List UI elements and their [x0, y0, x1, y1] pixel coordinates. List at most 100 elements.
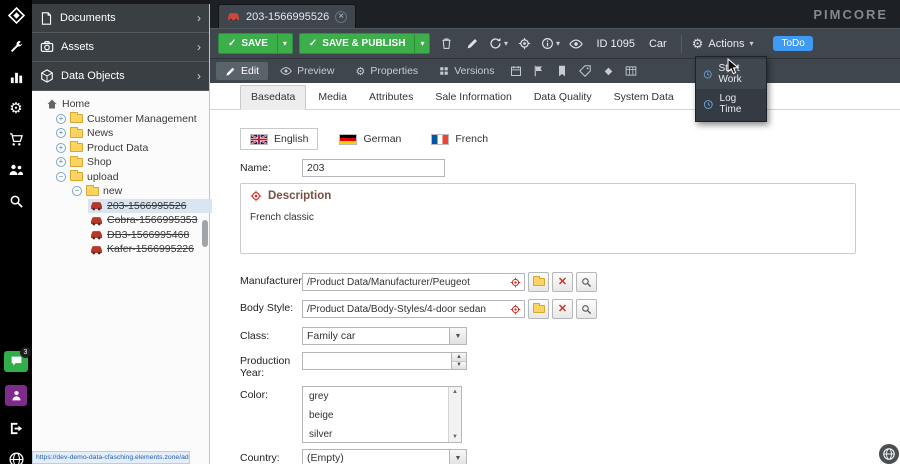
tree-item-customer-management[interactable]: + Customer Management — [32, 112, 209, 127]
logout-icon[interactable] — [7, 419, 25, 437]
collapse-icon[interactable]: − — [72, 186, 82, 196]
open-folder-button[interactable] — [528, 299, 549, 319]
country-select[interactable]: (Empty) ▼ — [302, 449, 467, 464]
listbox-scrollbar[interactable]: ▲▼ — [448, 387, 461, 442]
folder-icon — [533, 278, 545, 286]
save-publish-label: SAVE & PUBLISH — [322, 38, 405, 49]
notes-icon[interactable] — [529, 65, 549, 77]
globe-icon[interactable] — [7, 450, 25, 464]
tab-versions[interactable]: Versions — [430, 62, 503, 80]
object-class-label: Car — [649, 38, 667, 50]
tree-item-shop[interactable]: + Shop — [32, 155, 209, 170]
lang-tab-english[interactable]: English — [240, 128, 318, 150]
profile-icon[interactable] — [5, 385, 27, 406]
production-year-stepper[interactable]: ▲▼ — [302, 352, 467, 370]
tab-system-data[interactable]: System Data — [604, 86, 684, 109]
remove-relation-button[interactable]: ✕ — [552, 299, 573, 319]
schedule-icon[interactable] — [506, 65, 526, 77]
menu-item-log-time[interactable]: Log Time — [696, 89, 766, 119]
save-button[interactable]: ✓SAVE ▾ — [218, 33, 293, 54]
actions-dropdown-button[interactable]: ⚙ Actions ▾ — [692, 36, 754, 52]
class-select[interactable]: Family car ▼ — [302, 327, 467, 345]
search-icon[interactable] — [7, 192, 25, 210]
tab-preview[interactable]: Preview — [271, 62, 343, 80]
customers-icon[interactable] — [7, 161, 25, 179]
color-listbox[interactable]: grey beige silver ▲▼ — [302, 386, 462, 443]
ecommerce-icon[interactable] — [7, 130, 25, 148]
tree-item-product-data[interactable]: + Product Data — [32, 141, 209, 156]
close-icon[interactable]: × — [335, 11, 347, 23]
search-relation-button[interactable] — [576, 299, 597, 319]
bookmark-icon[interactable] — [552, 65, 572, 77]
save-publish-button[interactable]: ✓SAVE & PUBLISH ▾ — [299, 33, 431, 54]
expand-icon[interactable]: + — [56, 157, 66, 167]
workflow-icon[interactable]: ◆ — [598, 66, 618, 77]
tab-object-203[interactable]: 203-1566995526 × — [218, 4, 356, 28]
sidebar-section-data-objects[interactable]: Data Objects › — [32, 62, 209, 91]
expand-icon[interactable]: + — [56, 114, 66, 124]
tree-item-upload[interactable]: − upload — [32, 170, 209, 185]
spinner-arrows[interactable]: ▲▼ — [451, 353, 466, 369]
open-folder-button[interactable] — [528, 272, 549, 292]
grid-icon — [439, 66, 449, 76]
translation-globe-icon[interactable] — [879, 444, 899, 464]
tree-item-news[interactable]: + News — [32, 126, 209, 141]
manufacturer-input[interactable]: /Product Data/Manufacturer/Peugeot — [302, 273, 525, 291]
tab-data-quality[interactable]: Data Quality — [524, 86, 602, 109]
tree-item-db3[interactable]: DB3-1566995468 — [32, 228, 209, 243]
locate-in-tree-button[interactable] — [514, 34, 534, 54]
spin-up-icon[interactable]: ▲ — [452, 353, 466, 362]
sidebar-section-assets[interactable]: Assets › — [32, 33, 209, 62]
tab-sale-information[interactable]: Sale Information — [425, 86, 521, 109]
lang-tab-german[interactable]: German — [330, 129, 410, 149]
tree-item-home[interactable]: Home — [32, 97, 209, 112]
tag-icon[interactable] — [575, 65, 595, 77]
reports-icon[interactable] — [7, 68, 25, 86]
tab-media[interactable]: Media — [308, 86, 357, 109]
color-option-beige[interactable]: beige — [303, 406, 461, 425]
tree-item-kafer[interactable]: Kafer-1566995226 — [32, 242, 209, 257]
tools-icon[interactable] — [7, 37, 25, 55]
grid-view-icon[interactable] — [621, 65, 641, 77]
sidebar-section-documents[interactable]: Documents › — [32, 4, 209, 33]
remove-relation-button[interactable]: ✕ — [552, 272, 573, 292]
name-input[interactable] — [302, 159, 445, 177]
search-relation-button[interactable] — [576, 272, 597, 292]
delete-button[interactable] — [436, 34, 456, 54]
spin-down-icon[interactable]: ▼ — [452, 362, 466, 370]
chat-icon[interactable]: 3 — [4, 351, 28, 372]
color-option-grey[interactable]: grey — [303, 387, 461, 406]
car-icon — [227, 11, 240, 22]
pimcore-logo-icon[interactable] — [7, 6, 25, 24]
tree-item-203[interactable]: 203-1566995526 — [32, 199, 209, 214]
object-id-label: ID 1095 — [596, 38, 635, 50]
tree-scrollbar[interactable] — [202, 220, 208, 247]
settings-icon[interactable]: ⚙ — [7, 99, 25, 117]
color-option-silver[interactable]: silver — [303, 425, 461, 443]
chevron-down-icon[interactable]: ▼ — [449, 450, 466, 464]
expand-icon[interactable]: + — [56, 128, 66, 138]
body-style-input[interactable]: /Product Data/Body-Styles/4-door sedan — [302, 300, 525, 318]
tab-attributes[interactable]: Attributes — [359, 86, 423, 109]
reload-button[interactable]: ▾ — [488, 34, 508, 54]
tree-item-new[interactable]: − new — [32, 184, 209, 199]
tree-item-cobra[interactable]: Cobra-1566995353 — [32, 213, 209, 228]
scroll-down-icon[interactable]: ▼ — [452, 434, 458, 440]
tab-properties[interactable]: ⚙ Properties — [346, 62, 427, 81]
open-preview-button[interactable] — [566, 34, 586, 54]
description-editor[interactable]: French classic — [241, 204, 855, 253]
basedata-form: Name: Description French classic Manufac… — [240, 159, 900, 464]
tab-edit[interactable]: Edit — [216, 62, 268, 80]
lang-tab-french[interactable]: French — [422, 129, 497, 149]
uk-flag-icon — [250, 134, 268, 145]
rename-button[interactable] — [462, 34, 482, 54]
expand-icon[interactable]: + — [56, 143, 66, 153]
collapse-icon[interactable]: − — [56, 172, 66, 182]
scroll-up-icon[interactable]: ▲ — [452, 389, 458, 395]
color-label: Color: — [240, 386, 302, 401]
chevron-down-icon[interactable]: ▼ — [449, 328, 466, 344]
info-button[interactable]: ▾ — [540, 34, 560, 54]
save-dropdown-caret[interactable]: ▾ — [277, 34, 292, 53]
tab-basedata[interactable]: Basedata — [240, 85, 306, 110]
save-publish-dropdown-caret[interactable]: ▾ — [414, 34, 429, 53]
